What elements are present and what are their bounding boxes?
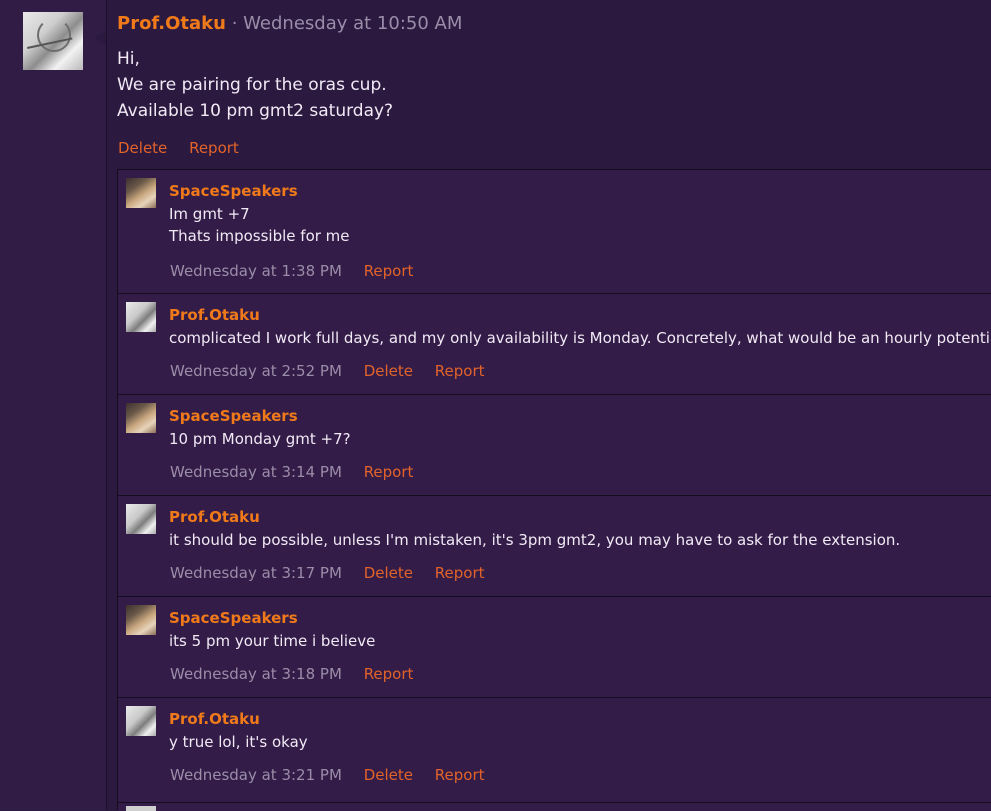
post-body: Hi, We are pairing for the oras cup. Ava… (117, 46, 393, 124)
comment-timestamp[interactable]: Wednesday at 3:14 PM (170, 463, 342, 481)
comment-timestamp[interactable]: Wednesday at 1:38 PM (170, 262, 342, 280)
comment-author[interactable]: SpaceSpeakers (169, 406, 298, 426)
spacespeakers-avatar[interactable] (126, 178, 156, 208)
spacespeakers-avatar[interactable] (126, 403, 156, 433)
prof-otaku-avatar[interactable] (126, 706, 156, 736)
comment-meta: Wednesday at 2:52 PM Delete Report (170, 361, 502, 381)
prof-otaku-avatar[interactable] (126, 504, 156, 534)
comment-text: complicated I work full days, and my onl… (169, 327, 991, 349)
comment-meta: Wednesday at 3:17 PM Delete Report (170, 563, 502, 583)
comment-author[interactable]: Prof.Otaku (169, 305, 260, 325)
delete-link[interactable]: Delete (118, 139, 167, 157)
comment-text: it should be possible, unless I'm mistak… (169, 529, 900, 551)
comment-timestamp[interactable]: Wednesday at 3:18 PM (170, 665, 342, 683)
delete-link[interactable]: Delete (364, 362, 413, 380)
comment-list: SpaceSpeakers Im gmt +7 Thats impossible… (117, 169, 991, 811)
report-link[interactable]: Report (364, 262, 414, 280)
report-link[interactable]: Report (189, 139, 239, 157)
report-link[interactable]: Report (435, 766, 485, 784)
comment-timestamp[interactable]: Wednesday at 3:21 PM (170, 766, 342, 784)
comment-text: its 5 pm your time i believe (169, 630, 375, 652)
comment-author[interactable]: SpaceSpeakers (169, 608, 298, 628)
comment-line: complicated I work full days, and my onl… (169, 329, 991, 347)
comment-author[interactable]: SpaceSpeakers (169, 181, 298, 201)
comment-meta: Wednesday at 3:14 PM Report (170, 462, 430, 482)
post-line: Hi, (117, 49, 140, 69)
prof-otaku-avatar[interactable] (126, 302, 156, 332)
post-actions: Delete Report (118, 137, 256, 159)
spacespeakers-avatar[interactable] (126, 605, 156, 635)
comment-item: Prof.Otaku complicated I work full days,… (118, 293, 991, 394)
comment-line: its 5 pm your time i believe (169, 632, 376, 650)
comment-item: Prof.Otaku y true lol, it's okay Wednesd… (118, 697, 991, 802)
report-link[interactable]: Report (364, 463, 414, 481)
post-line: We are pairing for the oras cup. (117, 75, 387, 95)
comment-timestamp[interactable]: Wednesday at 2:52 PM (170, 362, 342, 380)
left-rail (0, 0, 107, 810)
comment-line: Thats impossible for me (169, 227, 350, 245)
comment-item: SpaceSpeakers Im gmt +7 Thats impossible… (118, 169, 991, 293)
comment-meta: Wednesday at 1:38 PM Report (170, 261, 430, 281)
post-header: Prof.Otaku · Wednesday at 10:50 AM (117, 12, 462, 36)
comment-line: 10 pm Monday gmt +7? (169, 430, 351, 448)
comment-text: 10 pm Monday gmt +7? (169, 428, 351, 450)
report-link[interactable]: Report (364, 665, 414, 683)
report-link[interactable]: Report (435, 564, 485, 582)
avatar (126, 806, 156, 811)
delete-link[interactable]: Delete (364, 766, 413, 784)
comment-text: y true lol, it's okay (169, 731, 308, 753)
post-author[interactable]: Prof.Otaku (117, 13, 226, 34)
comment-timestamp[interactable]: Wednesday at 3:17 PM (170, 564, 342, 582)
comment-item: SpaceSpeakers its 5 pm your time i belie… (118, 596, 991, 697)
post-timestamp[interactable]: Wednesday at 10:50 AM (243, 13, 462, 34)
report-link[interactable]: Report (435, 362, 485, 380)
message-pointer (95, 30, 106, 46)
comment-text: Im gmt +7 Thats impossible for me (169, 203, 350, 247)
comment-item: SpaceSpeakers 10 pm Monday gmt +7? Wedne… (118, 394, 991, 495)
prof-otaku-avatar[interactable] (23, 12, 83, 70)
comment-line: y true lol, it's okay (169, 733, 308, 751)
comment-item: Prof.Otaku it should be possible, unless… (118, 495, 991, 596)
comment-meta: Wednesday at 3:18 PM Report (170, 664, 430, 684)
post-line: Available 10 pm gmt2 saturday? (117, 101, 394, 121)
comment-author[interactable]: Prof.Otaku (169, 709, 260, 729)
comment-line: Im gmt +7 (169, 205, 250, 223)
header-separator: · (231, 13, 238, 34)
comment-author[interactable]: Prof.Otaku (169, 507, 260, 527)
comment-meta: Wednesday at 3:21 PM Delete Report (170, 765, 502, 785)
comment-line: it should be possible, unless I'm mistak… (169, 531, 901, 549)
delete-link[interactable]: Delete (364, 564, 413, 582)
